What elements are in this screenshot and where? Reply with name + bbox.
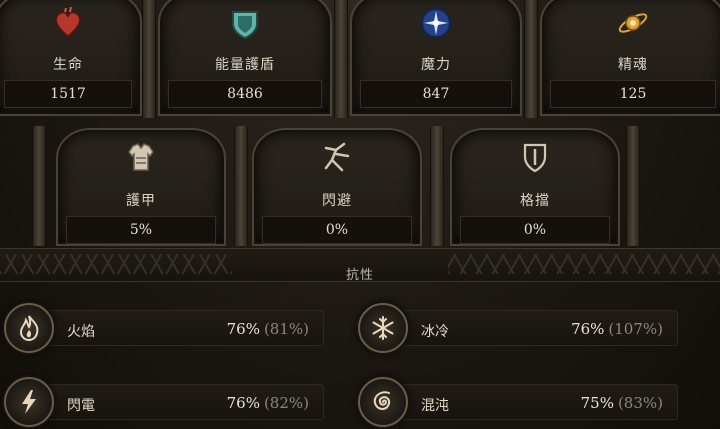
resistance-fire-value: 76% (81%) xyxy=(227,320,309,338)
resistance-chaos-current: 75% xyxy=(580,394,614,412)
armour-icon xyxy=(128,143,154,171)
frame-pillar xyxy=(430,126,444,246)
resistance-lightning-value: 76% (82%) xyxy=(227,394,309,412)
resistance-cold-value: 76% (107%) xyxy=(571,320,663,338)
fire-icon xyxy=(19,315,39,342)
energy-shield-icon xyxy=(232,11,258,40)
lightning-icon xyxy=(22,390,36,414)
resistance-cold-max: (107%) xyxy=(608,320,663,338)
stat-block[interactable]: 格擋 0% xyxy=(450,128,620,246)
resistance-row-chaos[interactable]: 混沌 75% (83%) xyxy=(380,384,678,420)
frame-pillar xyxy=(32,126,46,246)
cold-snowflake-icon xyxy=(372,316,394,340)
resistance-cold-current: 76% xyxy=(571,320,605,338)
stat-life-label: 生命 xyxy=(53,57,83,73)
resistance-fire-current: 76% xyxy=(226,320,260,338)
frame-pillar xyxy=(234,126,248,246)
resistance-title: 抗性 xyxy=(345,268,374,283)
stat-evasion[interactable]: 閃避 0% xyxy=(252,128,422,246)
stat-armour-value: 5% xyxy=(66,216,216,244)
lightning-badge xyxy=(4,377,54,427)
stat-spirit-value: 125 xyxy=(550,80,716,108)
stat-spirit[interactable]: 精魂 125 xyxy=(540,0,720,116)
resistance-fire-name: 火焰 xyxy=(67,324,95,340)
resistance-row-fire[interactable]: 火焰 76% (81%) xyxy=(22,310,324,346)
stat-life-value: 1517 xyxy=(4,80,132,108)
resistance-chaos-value: 75% (83%) xyxy=(581,394,663,412)
stat-evasion-label: 閃避 xyxy=(322,193,352,209)
resistance-cold-name: 冰冷 xyxy=(421,324,449,340)
evasion-icon xyxy=(324,142,350,172)
stat-spirit-label: 精魂 xyxy=(618,57,648,73)
stat-mana[interactable]: 魔力 847 xyxy=(350,0,522,116)
stat-evasion-value: 0% xyxy=(262,216,412,244)
stat-mana-value: 847 xyxy=(360,80,512,108)
resistance-chaos-max: (83%) xyxy=(617,394,663,412)
frame-pillar xyxy=(142,0,156,118)
stat-energy-shield-value: 8486 xyxy=(168,80,322,108)
stat-mana-label: 魔力 xyxy=(421,57,451,73)
stat-energy-shield[interactable]: 能量護盾 8486 xyxy=(158,0,332,116)
mana-icon xyxy=(421,8,451,38)
resistance-row-lightning[interactable]: 閃電 76% (82%) xyxy=(22,384,324,420)
chaos-spiral-icon xyxy=(373,391,391,411)
stat-block-label: 格擋 xyxy=(520,193,550,209)
fire-badge xyxy=(4,303,54,353)
frame-pillar xyxy=(334,0,348,118)
stat-life[interactable]: 生命 1517 xyxy=(0,0,142,116)
spirit-icon xyxy=(618,13,648,33)
resistance-row-cold[interactable]: 冰冷 76% (107%) xyxy=(380,310,678,346)
heart-icon xyxy=(55,6,81,37)
chaos-badge xyxy=(358,377,408,427)
resistance-fire-max: (81%) xyxy=(263,320,309,338)
stat-block-value: 0% xyxy=(460,216,610,244)
stat-energy-shield-label: 能量護盾 xyxy=(215,57,275,73)
frame-pillar xyxy=(626,126,640,246)
resistance-lightning-name: 閃電 xyxy=(67,398,95,414)
resistance-chaos-name: 混沌 xyxy=(421,398,449,414)
stat-armour-label: 護甲 xyxy=(126,193,156,209)
resistance-lightning-max: (82%) xyxy=(263,394,309,412)
cold-badge xyxy=(358,303,408,353)
character-stats-panel: 生命 1517 能量護盾 8486 魔力 847 精魂 125 護甲 5% 閃避… xyxy=(0,0,720,429)
frame-pillar xyxy=(524,0,538,118)
block-shield-icon xyxy=(523,143,547,173)
stat-armour[interactable]: 護甲 5% xyxy=(56,128,226,246)
resistance-lightning-current: 76% xyxy=(226,394,260,412)
